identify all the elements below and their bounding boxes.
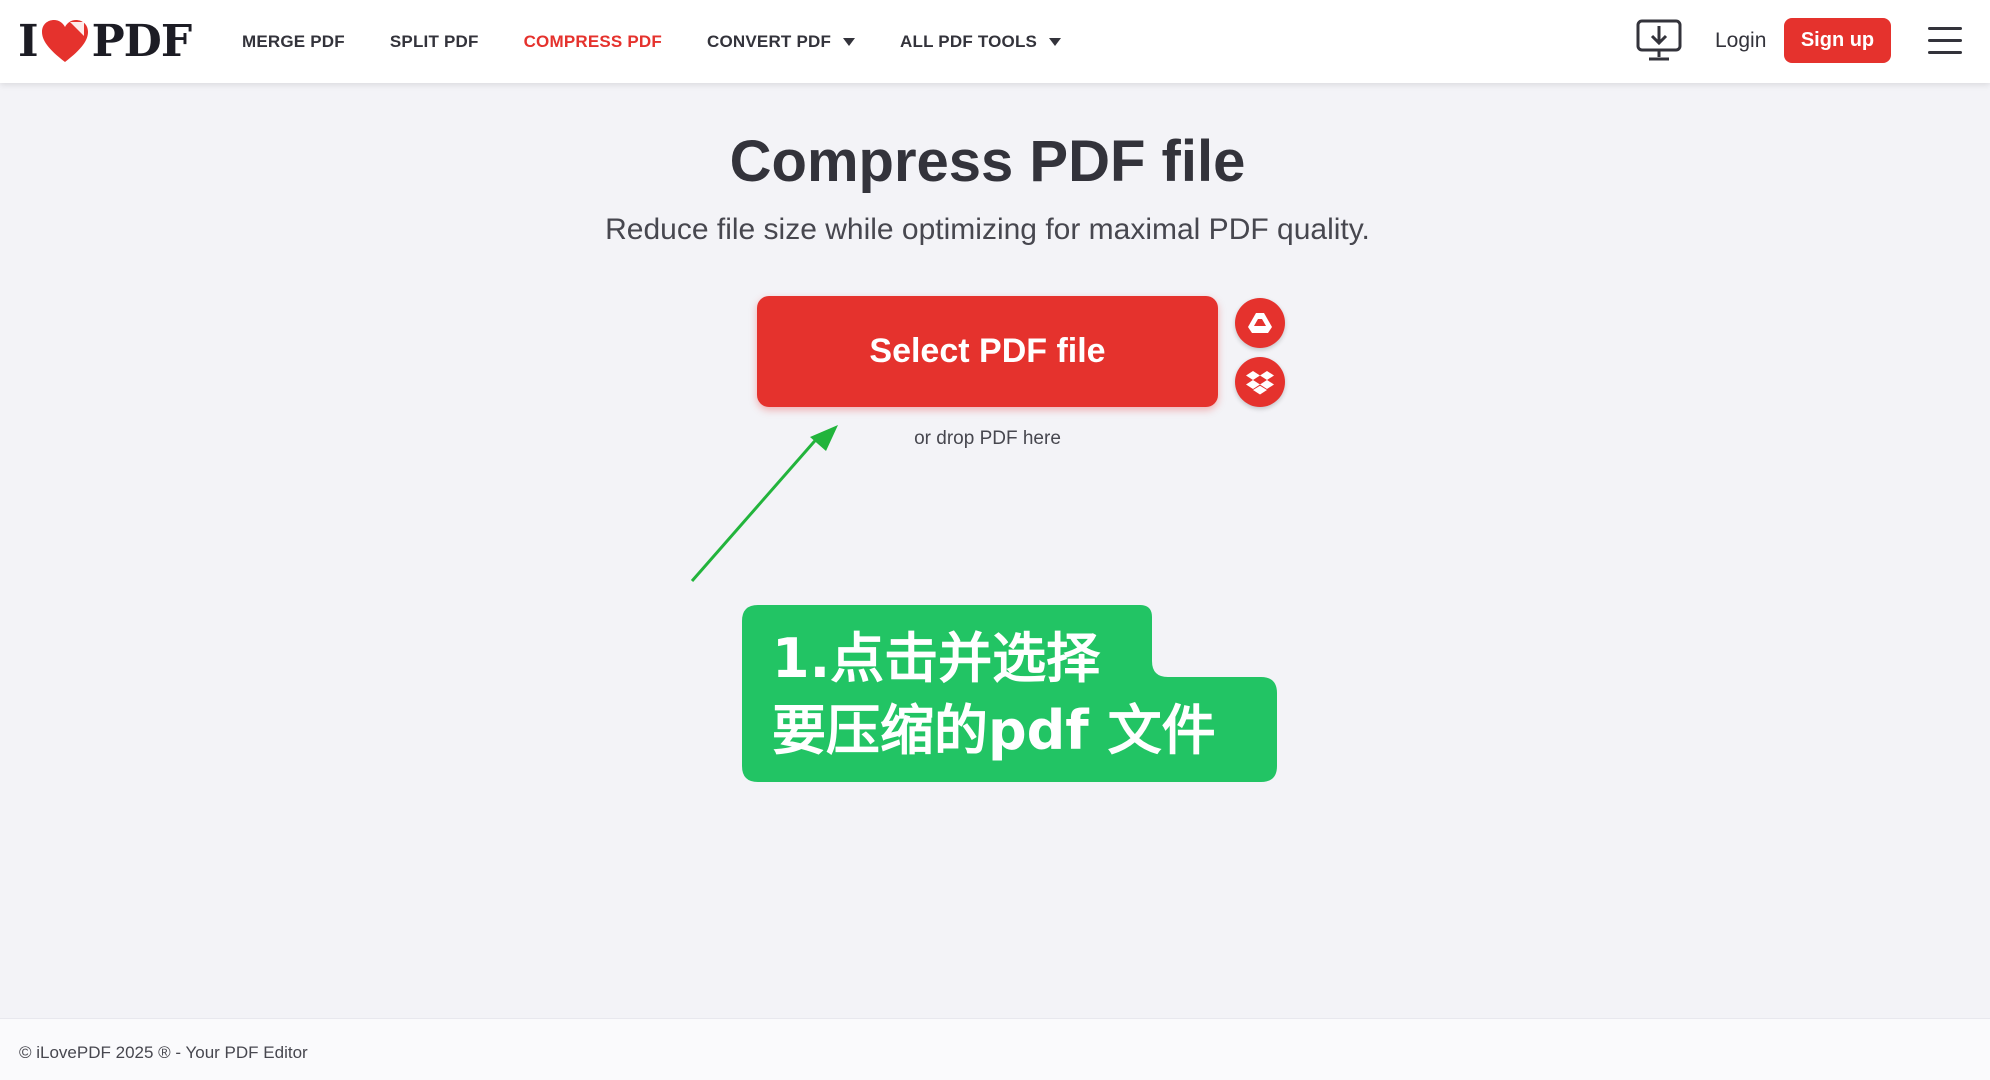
caret-down-icon xyxy=(1049,37,1062,46)
dropbox-button[interactable] xyxy=(1235,357,1285,407)
logo-text-pdf: PDF xyxy=(91,15,192,67)
hamburger-menu-icon[interactable] xyxy=(1928,27,1962,55)
logo-letter-i: I xyxy=(18,15,39,67)
select-pdf-button[interactable]: Select PDF file xyxy=(757,296,1218,407)
tutorial-arrow-icon xyxy=(690,425,838,582)
nav-split-pdf-label: SPLIT PDF xyxy=(389,31,479,51)
dropbox-icon xyxy=(1246,371,1274,395)
nav-merge-pdf[interactable]: MERGE PDF xyxy=(242,32,345,52)
ilovepdf-logo[interactable]: I PDF xyxy=(18,15,192,67)
page-subtitle: Reduce file size while optimizing for ma… xyxy=(605,213,1370,246)
top-header: I PDF MERGE PDF SPLIT PDF COMPRESS PDF C… xyxy=(0,0,1990,83)
login-link[interactable]: Login xyxy=(1715,29,1766,53)
nav-convert-pdf[interactable]: CONVERT PDF xyxy=(707,31,856,52)
desktop-download-icon[interactable] xyxy=(1636,18,1682,62)
annotation-text: 1.点击并选择 要压缩的pdf 文件 xyxy=(772,627,1216,762)
caret-down-icon xyxy=(843,37,856,46)
page-footer: © iLovePDF 2025 ® - Your PDF Editor xyxy=(0,1018,1990,1080)
nav-all-pdf-tools-label: ALL PDF TOOLS xyxy=(900,31,1038,51)
google-drive-button[interactable] xyxy=(1235,298,1285,348)
drop-hint: or drop PDF here xyxy=(914,428,1061,449)
main-nav: MERGE PDF SPLIT PDF COMPRESS PDF CONVERT… xyxy=(242,0,1106,83)
signup-button[interactable]: Sign up xyxy=(1784,18,1891,63)
nav-compress-pdf[interactable]: COMPRESS PDF xyxy=(524,32,662,52)
heart-icon xyxy=(41,20,88,62)
nav-all-pdf-tools[interactable]: ALL PDF TOOLS xyxy=(900,31,1062,52)
google-drive-icon xyxy=(1248,313,1272,333)
tutorial-annotation: 1.点击并选择 要压缩的pdf 文件 xyxy=(742,605,1277,782)
footer-copyright: © iLovePDF 2025 ® - Your PDF Editor xyxy=(19,1043,308,1062)
nav-compress-pdf-label: COMPRESS PDF xyxy=(523,31,662,51)
nav-merge-pdf-label: MERGE PDF xyxy=(242,31,345,51)
page-title: Compress PDF file xyxy=(729,129,1246,194)
nav-split-pdf[interactable]: SPLIT PDF xyxy=(390,32,479,52)
nav-convert-pdf-label: CONVERT PDF xyxy=(707,31,832,51)
